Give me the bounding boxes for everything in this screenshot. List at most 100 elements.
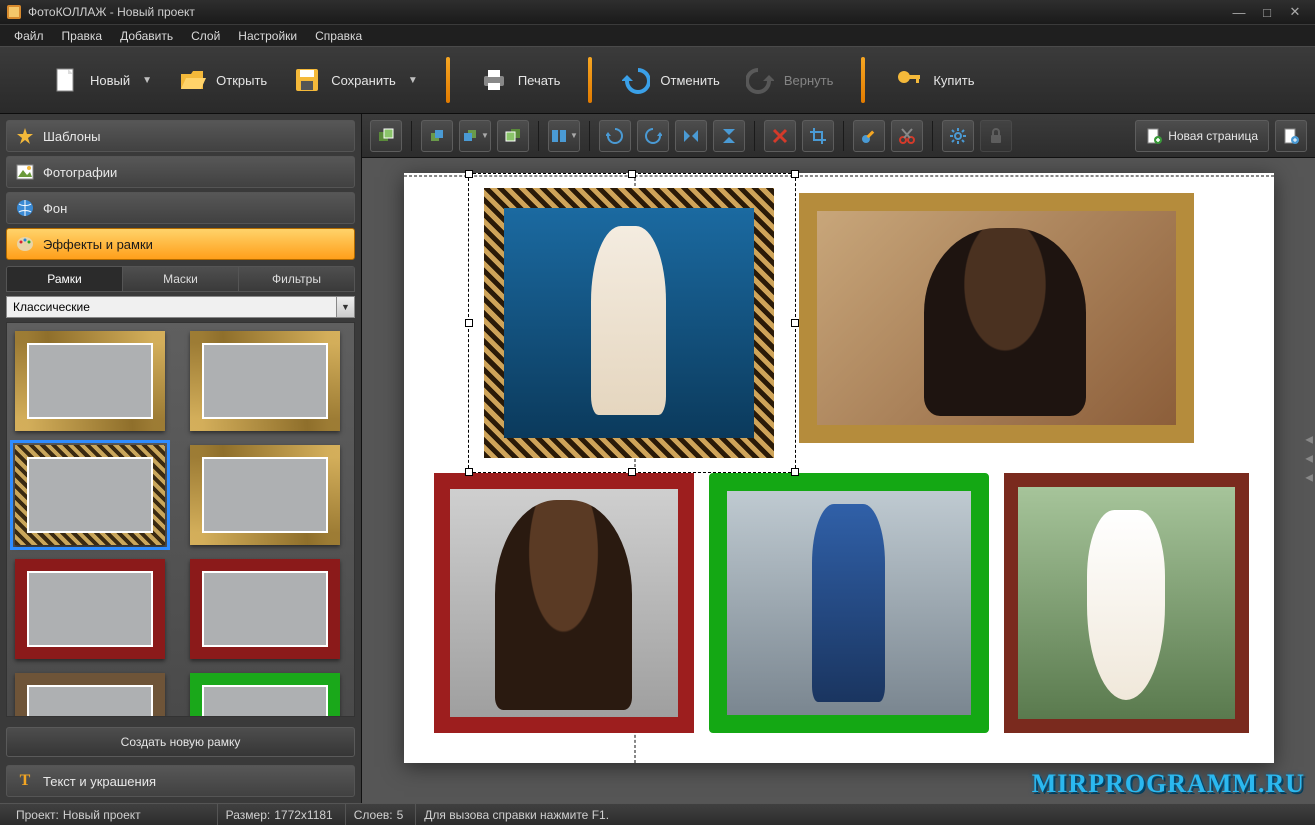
dropdown-icon[interactable]: ▼: [408, 75, 418, 86]
flip-v-button[interactable]: [713, 120, 745, 152]
photo-frame[interactable]: [799, 193, 1194, 443]
layer-down-button[interactable]: ▼: [459, 120, 491, 152]
undo-icon: [620, 64, 652, 96]
canvas-page[interactable]: [404, 173, 1274, 763]
accordion-text[interactable]: T Текст и украшения: [6, 765, 355, 797]
canvas-viewport[interactable]: [362, 158, 1315, 803]
toolbar-separator: [446, 57, 450, 103]
layer-up-button[interactable]: [421, 120, 453, 152]
photo-frame[interactable]: [1004, 473, 1249, 733]
side-expand-handles[interactable]: ◀◀◀: [1305, 434, 1313, 483]
accordion-effects[interactable]: Эффекты и рамки: [6, 228, 355, 260]
frame-thumb[interactable]: [190, 331, 340, 431]
buy-label: Купить: [933, 73, 974, 88]
minimize-button[interactable]: —: [1225, 3, 1253, 21]
tab-frames[interactable]: Рамки: [7, 267, 123, 291]
new-page-button[interactable]: Новая страница: [1135, 120, 1269, 152]
print-label: Печать: [518, 73, 561, 88]
status-size: Размер: 1772x1181: [217, 804, 341, 825]
menu-help[interactable]: Справка: [307, 27, 370, 45]
resize-handle[interactable]: [465, 170, 473, 178]
eyedropper-button[interactable]: [853, 120, 885, 152]
menu-edit[interactable]: Правка: [54, 27, 111, 45]
delete-button[interactable]: [764, 120, 796, 152]
crop-button[interactable]: [802, 120, 834, 152]
rotate-right-button[interactable]: [637, 120, 669, 152]
palette-icon: [15, 234, 35, 254]
window-title: ФотоКОЛЛАЖ - Новый проект: [28, 5, 195, 19]
resize-handle[interactable]: [791, 468, 799, 476]
tab-masks[interactable]: Маски: [123, 267, 239, 291]
accordion-photos[interactable]: Фотографии: [6, 156, 355, 188]
canvas-area: ▼ ▼ Новая страница: [362, 114, 1315, 803]
category-combo[interactable]: Классические ▼: [6, 296, 355, 318]
frame-thumb[interactable]: [190, 559, 340, 659]
status-project: Проект: Новый проект: [8, 804, 149, 825]
status-label: Проект:: [16, 808, 59, 822]
lock-button[interactable]: [980, 120, 1012, 152]
redo-button[interactable]: Вернуть: [734, 60, 844, 100]
frame-thumb[interactable]: [15, 673, 165, 717]
resize-handle[interactable]: [628, 170, 636, 178]
toolbar-separator: [861, 57, 865, 103]
separator: [589, 121, 590, 151]
selection-box[interactable]: [468, 173, 796, 473]
save-button[interactable]: Сохранить ▼: [281, 60, 428, 100]
buy-button[interactable]: Купить: [883, 60, 984, 100]
frame-thumb[interactable]: [15, 559, 165, 659]
resize-handle[interactable]: [791, 319, 799, 327]
menu-layer[interactable]: Слой: [183, 27, 228, 45]
frame-thumb-selected[interactable]: [15, 445, 165, 545]
cut-button[interactable]: [891, 120, 923, 152]
menu-file[interactable]: Файл: [6, 27, 52, 45]
accordion-label: Эффекты и рамки: [43, 237, 153, 252]
separator: [538, 121, 539, 151]
accordion-templates[interactable]: Шаблоны: [6, 120, 355, 152]
new-icon: [50, 64, 82, 96]
menu-settings[interactable]: Настройки: [230, 27, 305, 45]
status-label: Размер:: [226, 808, 271, 822]
open-button[interactable]: Открыть: [166, 60, 277, 100]
toolbar-separator: [588, 57, 592, 103]
resize-handle[interactable]: [628, 468, 636, 476]
new-button[interactable]: Новый ▼: [40, 60, 162, 100]
tab-filters[interactable]: Фильтры: [239, 267, 354, 291]
text-icon: T: [15, 771, 35, 791]
photo-frame[interactable]: [434, 473, 694, 733]
maximize-button[interactable]: □: [1253, 3, 1281, 21]
frame-thumb[interactable]: [190, 445, 340, 545]
accordion-label: Текст и украшения: [43, 774, 156, 789]
undo-button[interactable]: Отменить: [610, 60, 729, 100]
flip-h-button[interactable]: [675, 120, 707, 152]
create-frame-button[interactable]: Создать новую рамку: [6, 727, 355, 757]
title-bar: ФотоКОЛЛАЖ - Новый проект — □ ✕: [0, 0, 1315, 24]
send-back-button[interactable]: [497, 120, 529, 152]
resize-handle[interactable]: [465, 319, 473, 327]
new-label: Новый: [90, 73, 130, 88]
bring-front-button[interactable]: [370, 120, 402, 152]
undo-label: Отменить: [660, 73, 719, 88]
separator: [843, 121, 844, 151]
rotate-left-button[interactable]: [599, 120, 631, 152]
resize-handle[interactable]: [791, 170, 799, 178]
chevron-down-icon[interactable]: ▼: [336, 297, 354, 317]
close-button[interactable]: ✕: [1281, 3, 1309, 21]
resize-handle[interactable]: [465, 468, 473, 476]
status-hint: Для вызова справки нажмите F1.: [424, 808, 609, 822]
frame-thumb[interactable]: [15, 331, 165, 431]
accordion-label: Шаблоны: [43, 129, 101, 144]
frame-thumb[interactable]: [190, 673, 340, 717]
photo-frame[interactable]: [709, 473, 989, 733]
settings-button[interactable]: [942, 120, 974, 152]
menu-add[interactable]: Добавить: [112, 27, 181, 45]
print-button[interactable]: Печать: [468, 60, 571, 100]
accordion-background[interactable]: Фон: [6, 192, 355, 224]
dropdown-icon[interactable]: ▼: [142, 75, 152, 86]
main-toolbar: Новый ▼ Открыть Сохранить ▼ Печать Отмен…: [0, 46, 1315, 114]
redo-label: Вернуть: [784, 73, 834, 88]
globe-icon: [15, 198, 35, 218]
frame-gallery: [6, 322, 355, 717]
page-settings-button[interactable]: [1275, 120, 1307, 152]
align-button[interactable]: ▼: [548, 120, 580, 152]
separator: [754, 121, 755, 151]
